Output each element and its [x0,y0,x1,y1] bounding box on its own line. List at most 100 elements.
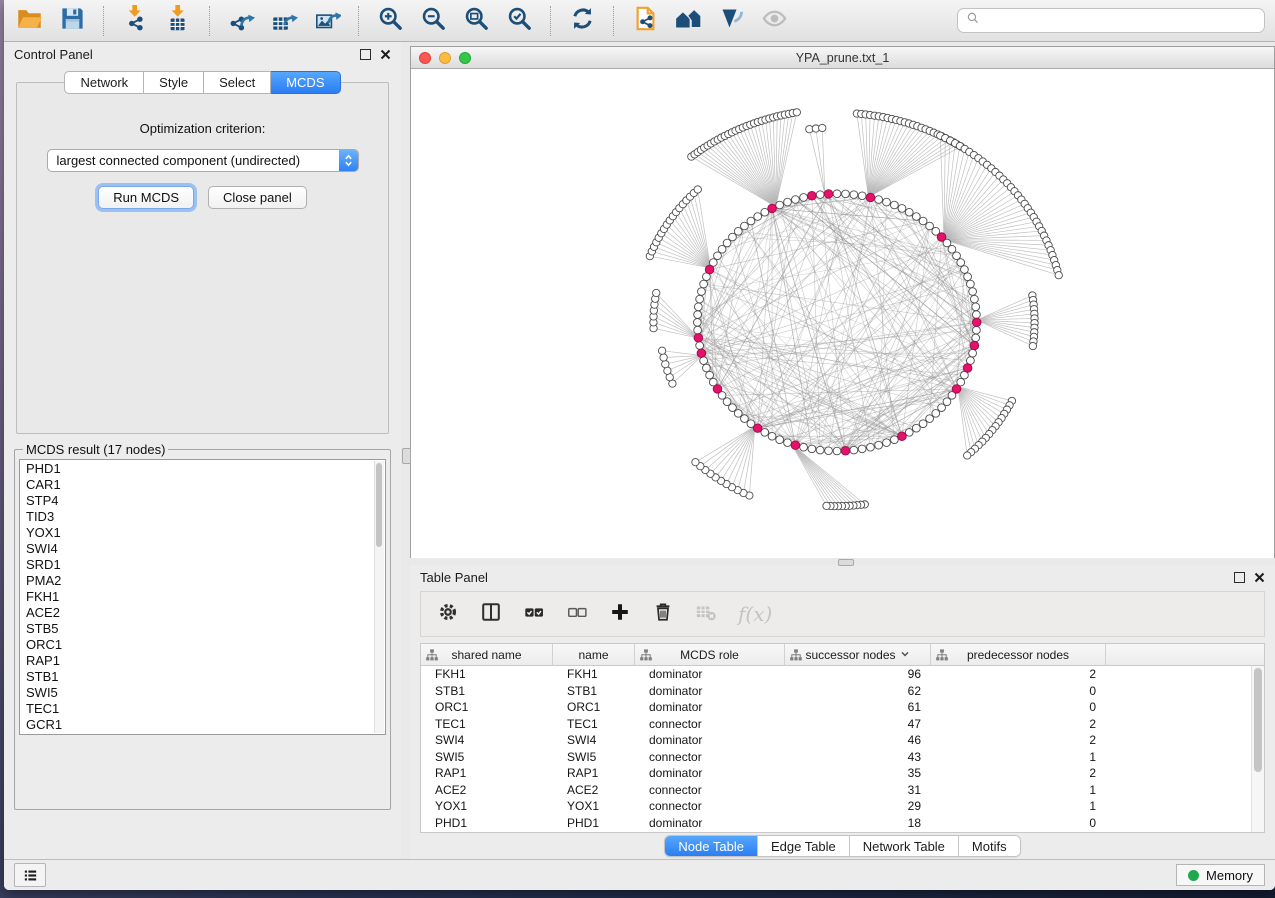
apply-layout-button[interactable] [567,6,597,36]
cell-successor-nodes[interactable]: 18 [785,816,931,830]
network-canvas[interactable] [411,69,1274,558]
column-header-shared-name[interactable]: shared name [421,644,553,665]
cell-name[interactable]: SWI5 [553,750,635,764]
mcds-result-item[interactable]: SWI5 [26,685,379,701]
cell-name[interactable]: ACE2 [553,783,635,797]
cell-name[interactable]: PHD1 [553,816,635,830]
mcds-result-item[interactable]: ACE2 [26,605,379,621]
mcds-result-item[interactable]: YOX1 [26,525,379,541]
export-network-button[interactable] [226,6,256,36]
mcds-result-item[interactable]: TID3 [26,509,379,525]
mcds-list-scroll-thumb[interactable] [376,463,382,547]
add-column-button[interactable] [609,601,631,628]
mcds-result-item[interactable]: SRD1 [26,557,379,573]
cell-shared-name[interactable]: PHD1 [421,816,553,830]
column-header-predecessor-nodes[interactable]: predecessor nodes [931,644,1106,665]
zoom-in-button[interactable] [375,6,405,36]
cell-name[interactable]: YOX1 [553,799,635,813]
cell-predecessor-nodes[interactable]: 2 [931,717,1106,731]
cell-shared-name[interactable]: TEC1 [421,717,553,731]
save-session-button[interactable] [57,6,87,36]
criterion-dropdown[interactable]: largest connected component (undirected) [47,149,359,172]
export-table-button[interactable] [269,6,299,36]
cell-mcds-role[interactable]: dominator [635,667,785,681]
tab-node-table[interactable]: Node Table [665,836,757,856]
table-scroll-thumb[interactable] [1254,668,1262,772]
tab-select[interactable]: Select [204,71,271,94]
table-row[interactable]: RAP1RAP1dominator352 [421,765,1252,782]
cell-mcds-role[interactable]: connector [635,783,785,797]
mcds-list-scrollbar[interactable] [374,461,384,733]
cell-shared-name[interactable]: FKH1 [421,667,553,681]
table-row[interactable]: TEC1TEC1connector472 [421,716,1252,733]
run-mcds-button[interactable]: Run MCDS [98,186,194,209]
table-row[interactable]: ORC1ORC1dominator610 [421,699,1252,716]
float-table-panel-button[interactable] [1234,572,1245,583]
network-window-titlebar[interactable]: YPA_prune.txt_1 [411,47,1274,69]
deselect-all-rows-button[interactable] [566,601,588,628]
cell-predecessor-nodes[interactable]: 1 [931,799,1106,813]
cell-shared-name[interactable]: RAP1 [421,766,553,780]
cell-successor-nodes[interactable]: 31 [785,783,931,797]
cell-mcds-role[interactable]: dominator [635,700,785,714]
column-header-name[interactable]: name [553,644,635,665]
cell-shared-name[interactable]: SWI5 [421,750,553,764]
cell-predecessor-nodes[interactable]: 2 [931,667,1106,681]
open-file-button[interactable] [14,6,44,36]
table-row[interactable]: STB1STB1dominator620 [421,683,1252,700]
tab-style[interactable]: Style [144,71,204,94]
search-input[interactable] [985,12,1256,29]
import-network-button[interactable] [120,6,150,36]
mcds-result-item[interactable]: CAR1 [26,477,379,493]
mcds-result-item[interactable]: STB5 [26,621,379,637]
cell-name[interactable]: ORC1 [553,700,635,714]
cell-mcds-role[interactable]: connector [635,750,785,764]
table-row[interactable]: SWI5SWI5connector431 [421,749,1252,766]
vertical-splitter-grip[interactable] [402,448,411,464]
table-row[interactable]: FKH1FKH1dominator962 [421,666,1252,683]
mcds-result-item[interactable]: FKH1 [26,589,379,605]
mcds-result-item[interactable]: ORC1 [26,637,379,653]
float-control-panel-button[interactable] [360,49,371,60]
minimize-network-window-button[interactable] [439,52,451,64]
close-network-window-button[interactable] [419,52,431,64]
delete-columns-button[interactable] [652,601,674,628]
cell-predecessor-nodes[interactable]: 0 [931,816,1106,830]
cell-mcds-role[interactable]: connector [635,717,785,731]
graphics-details-button[interactable] [716,6,746,36]
table-row[interactable]: SWI4SWI4dominator462 [421,732,1252,749]
horizontal-splitter[interactable] [410,558,1275,565]
memory-button[interactable]: Memory [1176,864,1265,886]
column-selector-button[interactable] [480,601,502,628]
cell-name[interactable]: STB1 [553,684,635,698]
zoom-fit-button[interactable] [461,6,491,36]
table-row[interactable]: PHD1PHD1dominator180 [421,815,1252,832]
table-row[interactable]: YOX1YOX1connector291 [421,798,1252,815]
column-header-successor-nodes[interactable]: successor nodes [785,644,931,665]
cell-shared-name[interactable]: YOX1 [421,799,553,813]
cell-successor-nodes[interactable]: 29 [785,799,931,813]
mcds-result-item[interactable]: STB1 [26,669,379,685]
network-from-selection-button[interactable] [630,6,660,36]
close-mcds-panel-button[interactable]: Close panel [208,186,307,209]
mcds-result-item[interactable]: TEC1 [26,701,379,717]
cell-successor-nodes[interactable]: 61 [785,700,931,714]
zoom-selected-button[interactable] [504,6,534,36]
cell-mcds-role[interactable]: dominator [635,816,785,830]
cell-predecessor-nodes[interactable]: 2 [931,733,1106,747]
cell-shared-name[interactable]: SWI4 [421,733,553,747]
column-header-mcds-role[interactable]: MCDS role [635,644,785,665]
close-table-panel-button[interactable] [1254,572,1265,583]
tab-motifs[interactable]: Motifs [958,836,1020,856]
cell-predecessor-nodes[interactable]: 1 [931,783,1106,797]
ndex-browse-button[interactable] [673,6,703,36]
zoom-out-button[interactable] [418,6,448,36]
task-history-button[interactable] [14,863,46,887]
cell-mcds-role[interactable]: connector [635,799,785,813]
cell-name[interactable]: FKH1 [553,667,635,681]
cell-successor-nodes[interactable]: 43 [785,750,931,764]
cell-successor-nodes[interactable]: 46 [785,733,931,747]
cell-name[interactable]: TEC1 [553,717,635,731]
mcds-result-item[interactable]: SWI4 [26,541,379,557]
horizontal-splitter-grip[interactable] [838,559,854,566]
